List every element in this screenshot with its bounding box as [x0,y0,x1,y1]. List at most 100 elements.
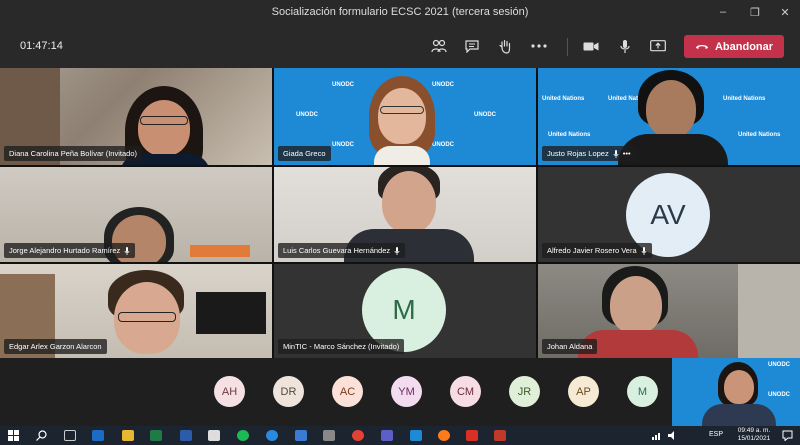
file-explorer-icon[interactable] [122,430,134,441]
participant-shirt [702,404,776,426]
tile-more-icon[interactable]: ••• [623,149,631,158]
unodc-watermark: UNODC [474,112,496,118]
title-bar: Socialización formulario ECSC 2021 (terc… [0,0,800,24]
participant-face [610,276,662,334]
video-tile[interactable]: Diana Carolina Peña Bolívar (Invitado) [0,68,272,165]
language-indicator[interactable]: ESP [709,431,723,438]
edge-icon[interactable] [266,430,278,441]
chat-icon [465,40,479,53]
search-icon[interactable] [36,430,47,441]
video-tile[interactable]: Johan Aldana [538,264,800,358]
unodc-watermark: UNODC [332,142,354,148]
unodc-watermark: UNODC [296,112,318,118]
participant-face [724,370,754,404]
microphone-icon [124,246,130,255]
unodc-watermark: UNODC [768,362,790,368]
firefox-icon[interactable] [438,430,450,441]
participant-avatar[interactable]: AC [332,376,363,407]
participant-avatar[interactable]: AP [568,376,599,407]
participant-name: Jorge Alejandro Hurtado Ramírez [4,243,136,258]
leave-button[interactable]: Abandonar [684,35,784,58]
app-icon[interactable] [208,430,220,441]
glasses [380,106,424,114]
more-icon [531,44,547,48]
unodc-watermark: UNODC [432,142,454,148]
share-screen-button[interactable] [647,36,669,56]
participant-name: Justo Rojas Lopez ••• [542,146,636,161]
unodc-watermark: UNODC [432,82,454,88]
people-icon [431,39,447,53]
meeting-timer: 01:47:14 [20,40,63,52]
hand-icon [499,39,511,54]
united-nations-watermark: United Nations [548,132,591,138]
glasses [118,312,176,322]
minimize-button[interactable]: – [708,0,738,24]
self-view[interactable]: UNODC UNODC [672,358,800,426]
united-nations-watermark: United Nations [723,96,766,102]
glasses [140,116,188,125]
participant-overflow-row: AH DR AC YM CM JR AP M UNODC UNODC [0,358,800,426]
app-icon[interactable] [466,430,478,441]
participant-face [138,100,190,156]
spotify-icon[interactable] [237,430,249,441]
volume-icon[interactable] [668,431,678,440]
participants-button[interactable] [428,36,450,56]
leave-label: Abandonar [714,40,774,53]
unodc-watermark: UNODC [768,392,790,398]
chat-button[interactable] [461,36,483,56]
microphone-button[interactable] [614,36,636,56]
outlook-icon[interactable] [92,430,104,441]
video-tile[interactable]: AV Alfredo Javier Rosero Vera [538,167,800,262]
camera-button[interactable] [580,36,602,56]
participant-avatar[interactable]: M [627,376,658,407]
participant-shirt [374,146,430,165]
participant-name: MinTIC - Marco Sánchez (Invitado) [278,339,405,354]
more-options-button[interactable] [528,36,550,56]
background-tv [196,292,266,334]
video-tile[interactable]: Jorge Alejandro Hurtado Ramírez [0,167,272,262]
participant-name: Giada Greco [278,146,331,161]
microphone-icon [641,246,647,255]
notifications-icon[interactable] [782,430,793,441]
participant-avatar[interactable]: DR [273,376,304,407]
hang-up-icon [695,45,708,49]
window-title: Socialización formulario ECSC 2021 (terc… [271,6,529,18]
microphone-icon [394,246,400,255]
participant-avatar[interactable]: CM [450,376,481,407]
participant-face [382,171,436,233]
maximize-button[interactable]: ❐ [740,0,770,24]
teams-icon[interactable] [381,430,393,441]
camera-icon [583,42,599,50]
clock[interactable]: 09:49 a. m. 15/01/2021 [732,427,776,443]
participant-avatar[interactable]: AH [214,376,245,407]
raise-hand-button[interactable] [494,36,516,56]
participant-name: Alfredo Javier Rosero Vera [542,243,652,258]
participant-name: Edgar Arlex Garzon Alarcon [4,339,107,354]
excel-icon[interactable] [150,430,162,441]
app-icon[interactable] [295,430,307,441]
calculator-icon[interactable] [323,430,335,441]
task-view-icon[interactable] [64,430,76,441]
video-tile[interactable]: UNODC UNODC UNODC UNODC UNODC UNODC Giad… [274,68,536,165]
video-tile[interactable]: United Nations United Nations United Nat… [538,68,800,165]
app-icon[interactable] [494,430,506,441]
participant-name: Luis Carlos Guevara Hernández [278,243,406,258]
word-icon[interactable] [180,430,192,441]
united-nations-watermark: United Nations [738,132,781,138]
video-tile[interactable]: Luis Carlos Guevara Hernández [274,167,536,262]
app-icon[interactable] [410,430,422,441]
toolbar-divider [567,38,568,56]
close-window-button[interactable]: ✕ [770,0,800,24]
video-tile[interactable]: Edgar Arlex Garzon Alarcon [0,264,272,358]
participant-avatar[interactable]: JR [509,376,540,407]
participant-name: Johan Aldana [542,339,598,354]
video-grid: Diana Carolina Peña Bolívar (Invitado) U… [0,68,800,358]
participant-name: Diana Carolina Peña Bolívar (Invitado) [4,146,142,161]
windows-start-icon[interactable] [8,430,19,441]
video-tile[interactable]: M MinTIC - Marco Sánchez (Invitado) [274,264,536,358]
network-icon[interactable] [652,431,662,440]
microphone-icon [613,149,619,158]
participant-avatar[interactable]: YM [391,376,422,407]
share-screen-icon [650,39,666,51]
chrome-icon[interactable] [352,430,364,441]
